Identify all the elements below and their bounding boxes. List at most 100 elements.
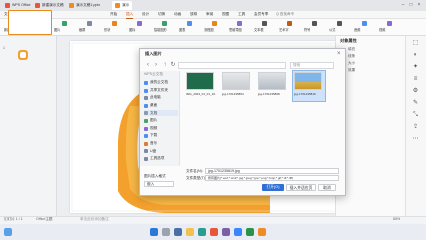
menu-tools[interactable]: 工具 <box>238 12 245 17</box>
insert-format-select[interactable]: 嵌入 <box>144 181 174 187</box>
back-icon[interactable]: ‹ <box>145 62 151 68</box>
property-item-line[interactable]: 线条 <box>348 54 355 59</box>
presentation-icon <box>35 3 40 8</box>
filetype-select[interactable]: 所有图片(*.emf;*.wmf;*.jpg;*.jpeg;*.jpe;*.pn… <box>205 175 339 181</box>
ribbon-button[interactable]: 视频 <box>379 28 385 32</box>
task-view-icon[interactable] <box>174 228 182 236</box>
insert-format-label: 图片插入格式 <box>144 174 166 178</box>
insert-format-value: 嵌入 <box>147 182 155 186</box>
menu-insert[interactable]: 插入 <box>126 12 134 19</box>
property-item-size[interactable]: 大小 <box>348 61 355 66</box>
tab-document-active[interactable]: 演示 <box>112 1 133 10</box>
store-icon[interactable] <box>234 228 242 236</box>
sidebar-item[interactable]: 桌面 <box>144 103 178 109</box>
ribbon-button[interactable]: 文本框 <box>254 28 264 32</box>
select-icon[interactable]: ⬚ <box>412 40 419 47</box>
sidebar-item[interactable]: 工具选项 <box>144 156 178 162</box>
sidebar-item[interactable]: 我的云文档 <box>144 80 178 86</box>
path-bar[interactable] <box>178 62 286 69</box>
app-icon[interactable] <box>222 228 230 236</box>
tab-document-1[interactable]: 新建演示文稿 <box>32 1 67 10</box>
minimize-icon[interactable]: – <box>400 2 406 8</box>
notes-placeholder[interactable]: 单击此处添加备注 <box>80 217 109 222</box>
menu-transition[interactable]: 切换 <box>158 12 165 17</box>
sidebar-item-label: 视频 <box>150 125 158 130</box>
menu-review[interactable]: 审阅 <box>206 12 213 17</box>
sidebar-item-label: 音乐 <box>150 141 158 145</box>
folder-icon <box>144 157 148 161</box>
presentation-taskbar-icon[interactable] <box>258 228 266 236</box>
ribbon-button[interactable]: 图表 <box>179 28 185 32</box>
dialog-search-input[interactable]: 搜索 <box>290 62 334 69</box>
dialog-close-icon[interactable]: × <box>337 51 341 57</box>
ribbon-icon <box>287 21 292 26</box>
folder-icon <box>144 96 148 101</box>
filename-input[interactable]: jpg-1701235819.jpg <box>205 168 339 174</box>
share-icon[interactable]: ⇪ <box>412 124 419 131</box>
ribbon-button[interactable]: 智能图形 <box>154 28 167 32</box>
browser-icon[interactable] <box>198 228 206 236</box>
image-thumbnail <box>222 72 250 90</box>
image-thumbnail <box>258 72 286 90</box>
folder-icon[interactable] <box>186 228 194 236</box>
open-button[interactable]: 打开(O) <box>262 184 284 191</box>
ribbon-button[interactable]: 音频 <box>354 28 360 32</box>
tab-wps-home[interactable]: WPS Office <box>2 1 34 10</box>
ribbon-button[interactable]: 符号 <box>304 28 310 32</box>
maximize-icon[interactable]: □ <box>408 2 414 8</box>
menu-home[interactable]: 开始 <box>110 12 117 17</box>
menu-design[interactable]: 设计 <box>142 12 149 17</box>
ribbon-button[interactable]: 公式 <box>329 28 335 32</box>
search-icon[interactable] <box>162 228 170 236</box>
refresh-icon[interactable]: ↻ <box>170 62 176 68</box>
file-name: jpg-1701235808 <box>258 93 280 96</box>
ribbon-button[interactable]: 截屏 <box>79 28 85 32</box>
ribbon-button[interactable]: 流程图 <box>204 28 214 32</box>
close-icon[interactable]: × <box>416 2 422 8</box>
style-icon[interactable]: ◐ <box>412 52 419 59</box>
wps-logo-icon <box>5 3 10 8</box>
animation-icon[interactable]: ✦ <box>412 64 419 71</box>
folder-icon <box>144 134 148 139</box>
theme-name: Office主题 <box>36 217 53 221</box>
zoom-level[interactable]: 65% <box>393 217 400 222</box>
sidebar-item[interactable]: 视频 <box>144 126 178 132</box>
up-folder-icon[interactable]: ↑ <box>162 62 168 68</box>
property-item-effect[interactable]: 效果 <box>348 68 355 73</box>
sidebar-item[interactable]: 下载 <box>144 133 178 139</box>
ribbon-button[interactable]: 图片 <box>54 28 60 32</box>
menu-animation[interactable]: 动画 <box>174 12 181 17</box>
menu-member[interactable]: 会员专享 <box>254 12 268 17</box>
cancel-button[interactable]: 取消 <box>318 184 336 191</box>
start-icon[interactable] <box>150 228 158 236</box>
sidebar-item[interactable]: 共享文件夹 <box>144 88 178 94</box>
resize-icon[interactable]: ⤡ <box>412 112 419 119</box>
sidebar-item[interactable]: 文档 <box>144 110 178 117</box>
ribbon-button[interactable]: 艺术字 <box>279 28 289 32</box>
tab-document-2[interactable]: 演示文稿1.pptx <box>66 1 103 10</box>
ribbon-icon <box>312 21 317 26</box>
sidebar-item[interactable]: 音乐 <box>144 141 178 147</box>
weather-icon[interactable] <box>4 228 12 236</box>
ribbon-icon <box>212 21 217 26</box>
insert-fit-button[interactable]: 插入并适应页 <box>286 184 316 191</box>
forward-icon[interactable]: › <box>153 62 159 68</box>
menu-slideshow[interactable]: 放映 <box>190 12 197 17</box>
ribbon-button[interactable]: 图标 <box>129 28 135 32</box>
settings-icon[interactable]: ⚙ <box>412 88 419 95</box>
more-icon[interactable]: ⋯ <box>412 136 419 143</box>
property-icon[interactable]: ≡ <box>412 76 419 83</box>
comment-icon[interactable]: ✎ <box>412 100 419 107</box>
sidebar-item[interactable]: U盘 <box>144 148 178 154</box>
slide-thumbnail[interactable] <box>8 10 52 35</box>
sidebar-item[interactable]: 此电脑 <box>144 95 178 101</box>
wps-taskbar-icon[interactable] <box>210 228 218 236</box>
command-search[interactable]: Q 查找命令 <box>276 12 294 17</box>
ribbon-button[interactable]: 形状 <box>104 28 110 32</box>
sidebar-item[interactable]: 图片 <box>144 118 178 124</box>
ribbon-button[interactable]: 思维导图 <box>229 28 242 32</box>
property-item-fill[interactable]: 填充 <box>348 47 355 52</box>
menu-view[interactable]: 视图 <box>222 12 229 17</box>
sidebar-item-label: 下载 <box>150 133 158 138</box>
chat-icon[interactable] <box>246 228 254 236</box>
